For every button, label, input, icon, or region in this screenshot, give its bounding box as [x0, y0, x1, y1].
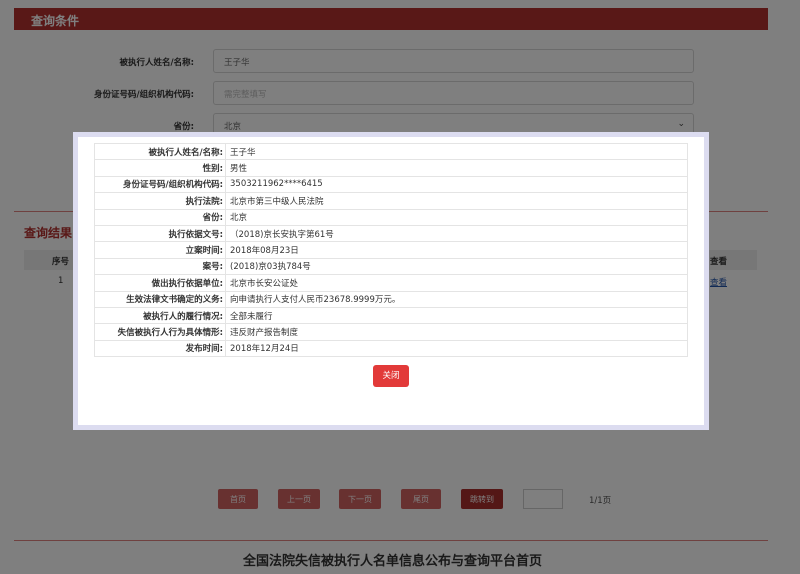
detail-label: 案号:: [94, 257, 226, 276]
detail-modal: 被执行人姓名/名称: 王子华 性别: 男性 身份证号码/组织机构代码: 350321196…: [73, 132, 709, 430]
detail-row: 失信被执行人行为具体情形: 违反财产报告制度: [94, 323, 688, 341]
detail-row: 被执行人的履行情况: 全部未履行: [94, 306, 688, 325]
detail-table: 被执行人姓名/名称: 王子华 性别: 男性 身份证号码/组织机构代码: 350321196…: [94, 142, 688, 358]
detail-label: 失信被执行人行为具体情形:: [94, 323, 226, 341]
detail-label: 省份:: [94, 208, 226, 226]
detail-label: 发布时间:: [94, 339, 226, 358]
detail-row: 执行依据文号: （2018)京长安执字第61号: [94, 224, 688, 243]
detail-value: 2018年12月24日: [225, 339, 688, 358]
detail-label: 身份证号码/组织机构代码:: [94, 175, 226, 194]
close-button[interactable]: 关闭: [373, 365, 409, 387]
detail-value: 王子华: [225, 142, 688, 161]
detail-row: 发布时间: 2018年12月24日: [94, 339, 688, 358]
detail-label: 被执行人姓名/名称:: [94, 142, 226, 161]
detail-row: 被执行人姓名/名称: 王子华: [94, 142, 688, 161]
detail-row: 做出执行依据单位: 北京市长安公证处: [94, 274, 688, 292]
detail-value: 违反财产报告制度: [225, 323, 688, 341]
detail-value: （2018)京长安执字第61号: [225, 224, 688, 243]
detail-row: 性别: 男性: [94, 159, 688, 177]
detail-row: 生效法律文书确定的义务: 向申请执行人支付人民币23678.9999万元。: [94, 290, 688, 308]
detail-label: 执行依据文号:: [94, 224, 226, 243]
detail-label: 做出执行依据单位:: [94, 274, 226, 292]
detail-value: 3503211962****6415: [225, 175, 688, 194]
detail-row: 身份证号码/组织机构代码: 3503211962****6415: [94, 175, 688, 194]
detail-value: 男性: [225, 159, 688, 177]
detail-label: 生效法律文书确定的义务:: [94, 290, 226, 308]
detail-row: 立案时间: 2018年08月23日: [94, 241, 688, 259]
detail-row: 省份: 北京: [94, 208, 688, 226]
detail-value: 北京市第三中级人民法院: [225, 192, 688, 210]
detail-value: 全部未履行: [225, 306, 688, 325]
detail-label: 立案时间:: [94, 241, 226, 259]
detail-row: 执行法院: 北京市第三中级人民法院: [94, 192, 688, 210]
detail-label: 执行法院:: [94, 192, 226, 210]
detail-value: 向申请执行人支付人民币23678.9999万元。: [225, 290, 688, 308]
detail-value: 北京: [225, 208, 688, 226]
detail-value: (2018)京03执784号: [225, 257, 688, 276]
detail-label: 性别:: [94, 159, 226, 177]
detail-value: 北京市长安公证处: [225, 274, 688, 292]
detail-label: 被执行人的履行情况:: [94, 306, 226, 325]
detail-value: 2018年08月23日: [225, 241, 688, 259]
detail-row: 案号: (2018)京03执784号: [94, 257, 688, 276]
